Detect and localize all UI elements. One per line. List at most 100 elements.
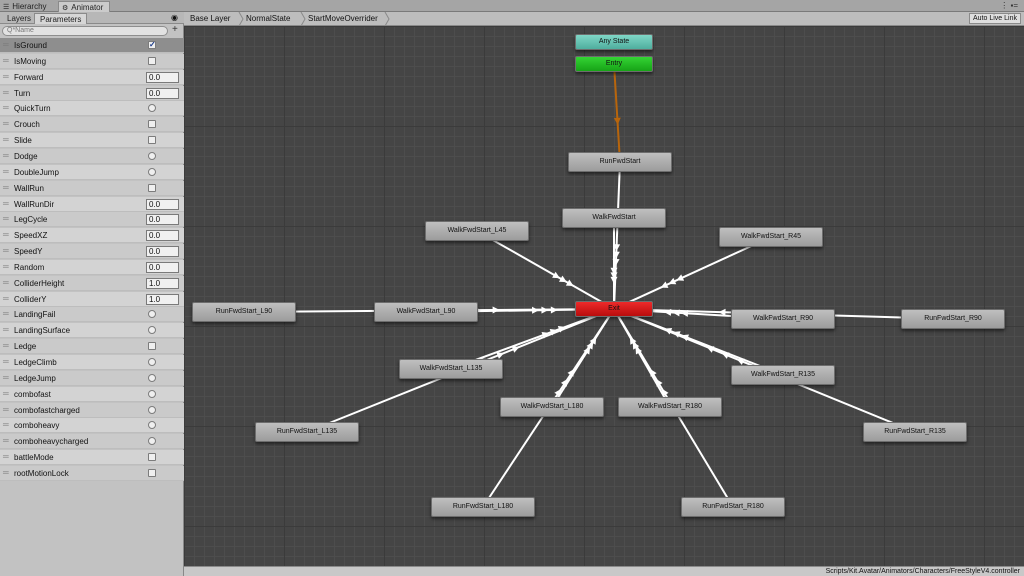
parameter-row[interactable]: ═ Crouch xyxy=(0,117,184,133)
drag-handle-icon[interactable]: ═ xyxy=(3,56,9,65)
parameter-bool-checkbox[interactable] xyxy=(148,468,156,477)
drag-handle-icon[interactable]: ═ xyxy=(3,151,9,160)
drag-handle-icon[interactable]: ═ xyxy=(3,72,9,81)
state-node-wr45[interactable]: WalkFwdStart_R45 xyxy=(719,227,823,247)
drag-handle-icon[interactable]: ═ xyxy=(3,326,9,334)
parameter-trigger-radio[interactable] xyxy=(148,389,156,398)
parameter-row[interactable]: ═ DoubleJump xyxy=(0,164,184,180)
parameter-float-field[interactable]: 0.0 xyxy=(146,214,179,226)
drag-handle-icon[interactable]: ═ xyxy=(3,294,9,303)
drag-handle-icon[interactable]: ═ xyxy=(3,215,9,223)
parameter-row[interactable]: ═ Forward 0.0 xyxy=(0,69,184,85)
parameter-row[interactable]: ═ Slide xyxy=(0,133,184,149)
state-node-wl45[interactable]: WalkFwdStart_L45 xyxy=(425,221,529,241)
drag-handle-icon[interactable]: ═ xyxy=(3,421,9,429)
drag-handle-icon[interactable]: ═ xyxy=(3,136,9,144)
state-node-run[interactable]: RunFwdStart xyxy=(568,152,672,172)
parameter-bool-checkbox[interactable] xyxy=(148,453,156,462)
drag-handle-icon[interactable]: ═ xyxy=(3,199,9,208)
state-node-rl180[interactable]: RunFwdStart_L180 xyxy=(431,497,535,517)
parameter-row[interactable]: ═ LandingSurface xyxy=(0,323,184,339)
state-node-rl135[interactable]: RunFwdStart_L135 xyxy=(255,422,359,442)
parameter-trigger-radio[interactable] xyxy=(148,326,156,335)
animator-tab[interactable]: ⚙ Animator xyxy=(58,1,111,12)
drag-handle-icon[interactable]: ═ xyxy=(3,437,9,445)
drag-handle-icon[interactable]: ═ xyxy=(3,247,9,255)
parameter-trigger-radio[interactable] xyxy=(148,167,156,176)
parameter-bool-checkbox[interactable]: ✓ xyxy=(148,41,156,49)
drag-handle-icon[interactable]: ═ xyxy=(3,104,9,112)
drag-handle-icon[interactable]: ═ xyxy=(3,405,9,414)
parameter-row[interactable]: ═ SpeedXZ 0.0 xyxy=(0,228,184,244)
parameter-float-field[interactable]: 1.0 xyxy=(146,293,179,305)
state-machine-canvas[interactable]: Any State Entry Exit RunFwdStart WalkFwdStar… xyxy=(184,26,1024,566)
state-node-entry[interactable]: Entry xyxy=(575,56,653,72)
parameters-tab[interactable]: Parameters xyxy=(34,13,88,24)
hierarchy-tab[interactable]: ☰ Hierarchy xyxy=(0,1,53,12)
parameter-trigger-radio[interactable] xyxy=(148,421,156,430)
parameter-trigger-radio[interactable] xyxy=(148,151,156,160)
parameter-row[interactable]: ═ LedgeClimb xyxy=(0,355,184,370)
parameter-row[interactable]: ═ comboheavy xyxy=(0,418,184,434)
state-node-rr90[interactable]: RunFwdStart_R90 xyxy=(901,309,1005,329)
drag-handle-icon[interactable]: ═ xyxy=(3,41,9,49)
parameter-row[interactable]: ═ WallRun xyxy=(0,180,184,196)
parameter-row[interactable]: ═ LandingFail xyxy=(0,307,184,323)
transition-line[interactable] xyxy=(476,230,615,310)
drag-handle-icon[interactable]: ═ xyxy=(3,183,9,192)
drag-handle-icon[interactable]: ═ xyxy=(3,167,9,176)
parameter-row[interactable]: ═ combofast xyxy=(0,386,184,402)
parameter-float-field[interactable]: 0.0 xyxy=(146,198,179,210)
state-node-exit[interactable]: Exit xyxy=(575,301,653,317)
transition-line[interactable] xyxy=(613,63,621,163)
parameter-row[interactable]: ═ IsGround ✓ xyxy=(0,38,184,53)
parameter-search-input[interactable]: Q*Name xyxy=(2,26,168,36)
state-node-wr180[interactable]: WalkFwdStart_R180 xyxy=(618,397,722,417)
parameter-row[interactable]: ═ Ledge xyxy=(0,339,184,355)
state-node-rr135[interactable]: RunFwdStart_R135 xyxy=(863,422,967,442)
parameter-float-field[interactable]: 0.0 xyxy=(146,87,179,99)
state-node-rl90[interactable]: RunFwdStart_L90 xyxy=(192,302,296,322)
parameter-row[interactable]: ═ LedgeJump xyxy=(0,370,184,386)
parameter-bool-checkbox[interactable] xyxy=(148,136,156,145)
drag-handle-icon[interactable]: ═ xyxy=(3,342,9,350)
breadcrumb-normal-state[interactable]: NormalState xyxy=(240,13,290,25)
parameter-row[interactable]: ═ rootMotionLock xyxy=(0,465,184,481)
breadcrumb-base-layer[interactable]: Base Layer xyxy=(184,13,230,25)
parameter-row[interactable]: ═ battleMode xyxy=(0,450,184,466)
parameter-row[interactable]: ═ IsMoving xyxy=(0,53,184,69)
drag-handle-icon[interactable]: ═ xyxy=(3,453,9,461)
drag-handle-icon[interactable]: ═ xyxy=(3,358,9,366)
parameter-float-field[interactable]: 0.0 xyxy=(146,71,179,83)
parameter-trigger-radio[interactable] xyxy=(148,104,156,113)
parameter-trigger-radio[interactable] xyxy=(148,405,156,414)
parameter-float-field[interactable]: 0.0 xyxy=(146,246,179,258)
parameter-row[interactable]: ═ Dodge xyxy=(0,148,184,164)
drag-handle-icon[interactable]: ═ xyxy=(3,389,9,398)
parameter-trigger-radio[interactable] xyxy=(148,437,156,446)
breadcrumb-start-move-overrider[interactable]: StartMoveOverrider xyxy=(302,13,378,25)
parameter-row[interactable]: ═ comboheavycharged xyxy=(0,434,184,450)
eye-icon[interactable]: ◉ xyxy=(171,13,178,22)
parameter-row[interactable]: ═ Random 0.0 xyxy=(0,259,184,275)
parameter-row[interactable]: ═ QuickTurn xyxy=(0,101,184,117)
layers-tab[interactable]: Layers xyxy=(2,13,36,24)
parameter-row[interactable]: ═ SpeedY 0.0 xyxy=(0,244,184,260)
drag-handle-icon[interactable]: ═ xyxy=(3,262,9,271)
drag-handle-icon[interactable]: ═ xyxy=(3,231,9,239)
state-node-wl180[interactable]: WalkFwdStart_L180 xyxy=(500,397,604,417)
parameter-trigger-radio[interactable] xyxy=(148,373,156,382)
drag-handle-icon[interactable]: ═ xyxy=(3,373,9,382)
parameter-bool-checkbox[interactable] xyxy=(148,183,156,192)
state-node-wl135[interactable]: WalkFwdStart_L135 xyxy=(399,359,503,379)
drag-handle-icon[interactable]: ═ xyxy=(3,468,9,477)
state-node-rr180[interactable]: RunFwdStart_R180 xyxy=(681,497,785,517)
add-parameter-button[interactable]: + xyxy=(172,25,178,35)
parameter-row[interactable]: ═ WallRunDir 0.0 xyxy=(0,196,184,212)
auto-live-link-button[interactable]: Auto Live Link xyxy=(969,13,1021,24)
state-node-walk[interactable]: WalkFwdStart xyxy=(562,208,666,228)
drag-handle-icon[interactable]: ═ xyxy=(3,88,9,97)
drag-handle-icon[interactable]: ═ xyxy=(3,310,9,318)
window-menu-icon[interactable]: ⋮ ▪= xyxy=(1000,1,1018,10)
parameter-float-field[interactable]: 0.0 xyxy=(146,261,179,273)
